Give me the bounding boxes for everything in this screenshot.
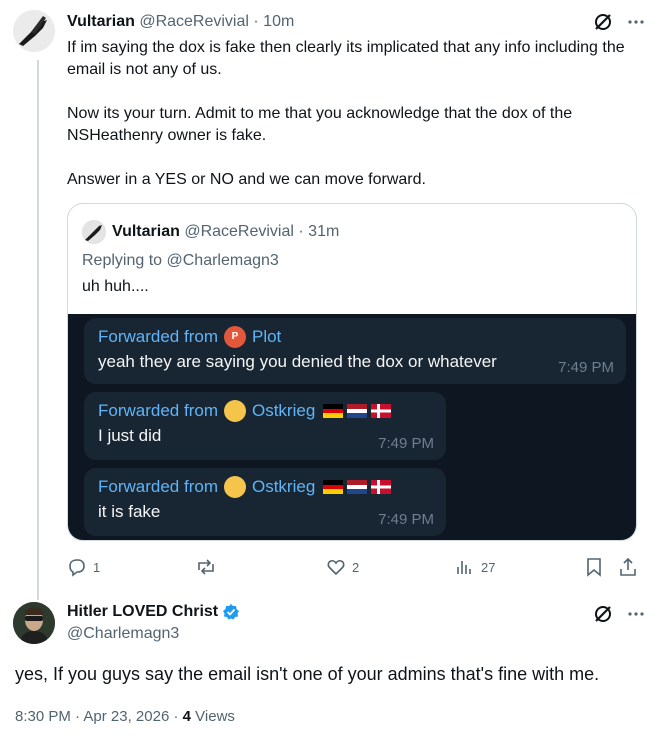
engagement-bar: 1 2 27: [67, 555, 645, 579]
forwarded-from-name: Plot: [251, 327, 282, 346]
message-time: 7:49 PM: [558, 359, 614, 376]
share-icon: [620, 557, 636, 576]
like-button[interactable]: 2: [326, 557, 359, 577]
quote-text: uh huh....: [82, 278, 149, 295]
quote-author-handle: @RaceRevivial: [184, 223, 294, 240]
forwarded-line: Forwarded from Ostkrieg: [98, 476, 432, 498]
grok-icon[interactable]: [593, 12, 613, 32]
repost-icon: [198, 559, 214, 575]
reply-count: 1: [93, 559, 101, 575]
forwarded-from-name: Ostkrieg: [251, 401, 316, 420]
reply-top-actions: [593, 12, 645, 32]
avatar[interactable]: [13, 10, 55, 52]
post-time[interactable]: 8:30 PM: [15, 708, 71, 725]
bookmark-icon: [587, 558, 601, 577]
repost-button[interactable]: [195, 557, 223, 577]
netherlands-flag-icon: [347, 480, 368, 494]
quote-header: Vultarian @RaceRevivial · 31m: [82, 220, 339, 244]
message-time: 7:49 PM: [378, 435, 434, 452]
paragraph: Now its your turn. Admit to me that you …: [67, 105, 577, 144]
share-button[interactable]: [619, 557, 637, 577]
reply-header: Vultarian @RaceRevivial · 10m: [67, 12, 294, 32]
separator-dot: ·: [173, 708, 179, 725]
like-count: 2: [352, 559, 360, 575]
plot-avatar: P: [223, 326, 246, 348]
tweet-meta: 8:30 PM · Apr 23, 2026 · 4 Views: [15, 708, 235, 725]
ostkrieg-avatar: [223, 400, 246, 422]
author-handle[interactable]: @RaceRevivial: [139, 13, 249, 30]
avatar[interactable]: [13, 602, 55, 644]
message-time: 7:49 PM: [378, 511, 434, 528]
netherlands-flag-icon: [347, 404, 368, 418]
separator-dot: ·: [75, 708, 81, 725]
quote-timestamp: 31m: [308, 223, 340, 240]
forwarded-from-name: Ostkrieg: [251, 477, 316, 496]
view-count: 27: [481, 559, 496, 575]
main-author-name[interactable]: Hitler LOVED Christ: [67, 603, 240, 621]
reply-body: If im saying the dox is fake then clearl…: [67, 37, 645, 191]
telegram-screenshot[interactable]: Forwarded from P Plot yeah they are sayi…: [68, 314, 636, 540]
denmark-flag-icon: [371, 404, 392, 418]
author-name[interactable]: Vultarian: [67, 13, 135, 30]
display-name[interactable]: Hitler LOVED Christ: [67, 603, 218, 621]
bookmark-button[interactable]: [585, 557, 603, 577]
main-tweet-text: yes, If you guys say the email isn't one…: [15, 664, 600, 684]
germany-flag-icon: [323, 480, 344, 494]
grok-icon[interactable]: [593, 604, 613, 624]
heart-icon: [327, 560, 345, 576]
forwarded-label: Forwarded from: [98, 477, 218, 496]
quote-author-name: Vultarian: [112, 223, 180, 240]
forwarded-label: Forwarded from: [98, 327, 218, 346]
reply-icon: [69, 559, 85, 577]
views-count: 4: [182, 708, 191, 725]
denmark-flag-icon: [371, 480, 392, 494]
quote-tweet[interactable]: Vultarian @RaceRevivial · 31m Replying t…: [67, 203, 637, 541]
reply-button[interactable]: 1: [67, 557, 100, 577]
more-options-icon[interactable]: [627, 605, 645, 623]
more-options-icon[interactable]: [627, 13, 645, 31]
forwarded-label: Forwarded from: [98, 401, 218, 420]
views-button[interactable]: 27: [455, 557, 495, 577]
ostkrieg-avatar: [223, 476, 246, 498]
quote-replying-to: Replying to @Charlemagn3: [82, 252, 279, 269]
telegram-message: Forwarded from P Plot yeah they are sayi…: [84, 318, 626, 384]
analytics-icon: [457, 561, 471, 574]
post-date[interactable]: Apr 23, 2026: [83, 708, 169, 725]
timestamp[interactable]: 10m: [263, 13, 294, 30]
paragraph: Answer in a YES or NO and we can move fo…: [67, 171, 426, 188]
forwarded-line: Forwarded from P Plot: [98, 326, 612, 348]
forwarded-line: Forwarded from Ostkrieg: [98, 400, 432, 422]
message-text: yeah they are saying you denied the dox …: [98, 352, 497, 371]
telegram-message: Forwarded from Ostkrieg it is fake 7:49 …: [84, 468, 446, 536]
germany-flag-icon: [323, 404, 344, 418]
verified-badge-icon[interactable]: [222, 603, 240, 621]
telegram-message: Forwarded from Ostkrieg I just did 7:49 …: [84, 392, 446, 460]
thread-connector-line: [37, 60, 39, 600]
separator-dot: ·: [298, 223, 304, 240]
views-label: Views: [195, 708, 235, 725]
main-top-actions: [593, 604, 645, 624]
quote-avatar: [82, 220, 106, 244]
main-author-handle[interactable]: @Charlemagn3: [67, 625, 179, 643]
separator-dot: ·: [253, 13, 259, 30]
paragraph: If im saying the dox is fake then clearl…: [67, 39, 630, 78]
